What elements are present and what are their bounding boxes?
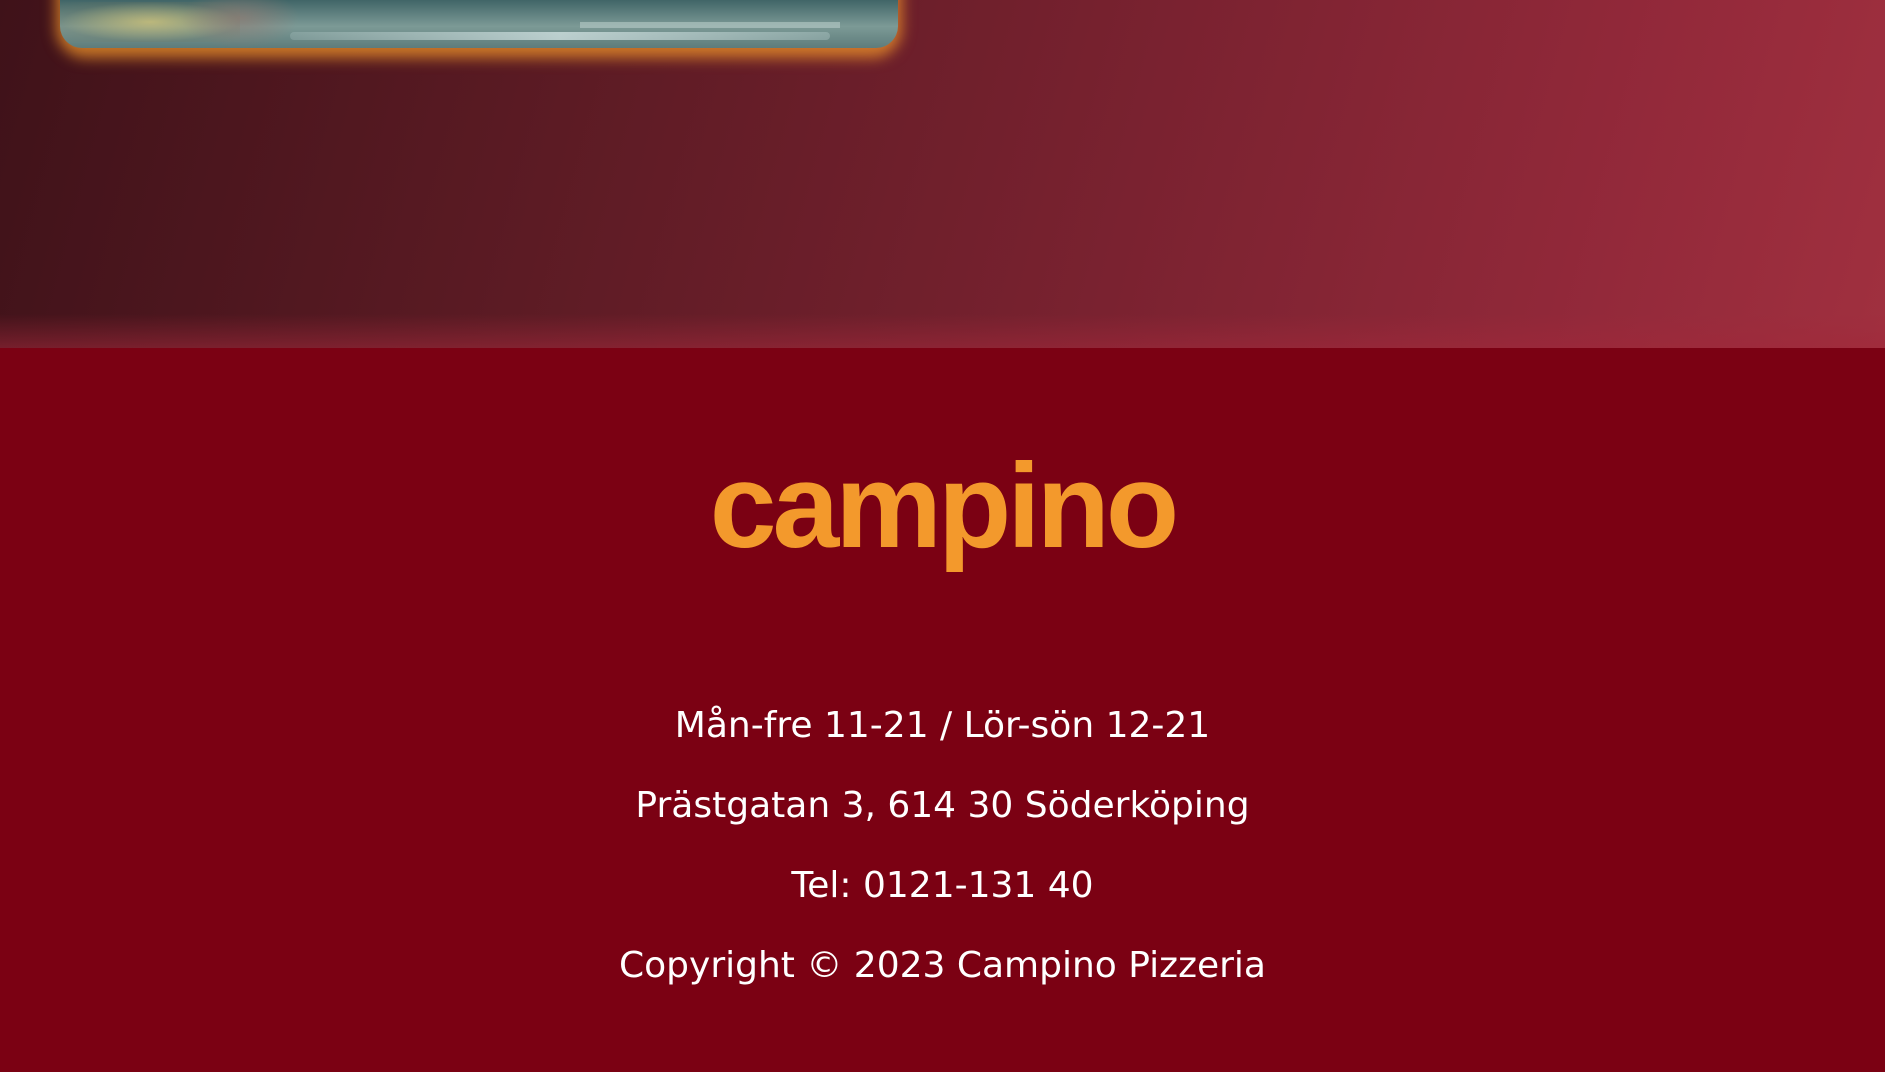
phone-number: Tel: 0121-131 40: [791, 865, 1094, 906]
page: campino Mån-fre 11-21 / Lör-sön 12-21 Pr…: [0, 0, 1885, 1072]
photo-frame: [60, 0, 898, 48]
site-footer: campino Mån-fre 11-21 / Lör-sön 12-21 Pr…: [0, 348, 1885, 1072]
hero-section: [0, 0, 1885, 348]
opening-hours: Mån-fre 11-21 / Lör-sön 12-21: [674, 705, 1211, 746]
restaurant-photo: [60, 0, 898, 48]
photo-detail: [290, 32, 830, 40]
copyright-notice: Copyright © 2023 Campino Pizzeria: [619, 945, 1266, 986]
photo-detail: [180, 0, 300, 48]
campino-logo[interactable]: campino: [0, 446, 1885, 566]
photo-detail: [580, 22, 840, 28]
address: Prästgatan 3, 614 30 Söderköping: [635, 785, 1250, 826]
